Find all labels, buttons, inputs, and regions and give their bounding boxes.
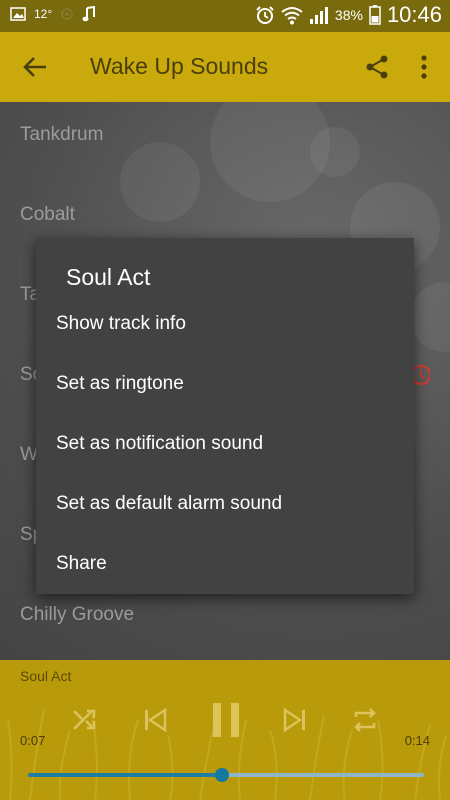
location-icon xyxy=(61,8,73,20)
seek-bar-thumb[interactable] xyxy=(215,768,230,782)
clock: 10:46 xyxy=(386,2,442,27)
battery-percent: 38% xyxy=(334,7,363,23)
total-time: 0:14 xyxy=(404,733,430,748)
wifi-icon xyxy=(281,7,303,25)
set-as-notification-sound-option[interactable]: Set as notification sound xyxy=(56,426,404,462)
now-playing-bar: Soul Act 0:07 0:14 xyxy=(0,660,450,800)
status-bar: 12° 38% 10:46 xyxy=(0,0,450,32)
arrow-back-icon[interactable] xyxy=(22,54,48,80)
share-option[interactable]: Share xyxy=(56,546,404,582)
battery-icon xyxy=(369,5,381,25)
bokeh-decoration xyxy=(120,142,200,222)
skip-next-icon[interactable] xyxy=(280,705,310,735)
track-item[interactable]: Chilly Groove xyxy=(20,600,134,630)
show-track-info-option[interactable]: Show track info xyxy=(56,306,404,342)
track-options-dialog: Soul Act Show track info Set as ringtone… xyxy=(36,238,414,594)
seek-bar-fill xyxy=(28,773,223,777)
more-vert-icon[interactable] xyxy=(418,54,430,80)
bokeh-decoration xyxy=(310,127,360,177)
signal-icon xyxy=(309,7,328,24)
pause-icon[interactable] xyxy=(208,700,244,740)
set-as-default-alarm-sound-option[interactable]: Set as default alarm sound xyxy=(56,486,404,522)
music-note-icon xyxy=(82,6,96,22)
temperature-text: 12° xyxy=(34,7,53,21)
shuffle-icon[interactable] xyxy=(70,705,100,735)
share-icon[interactable] xyxy=(364,54,390,80)
elapsed-time: 0:07 xyxy=(20,733,46,748)
gallery-icon xyxy=(10,7,26,21)
set-as-ringtone-option[interactable]: Set as ringtone xyxy=(56,366,404,402)
dialog-title: Soul Act xyxy=(66,264,151,290)
bokeh-decoration xyxy=(410,282,450,352)
page-title: Wake Up Sounds xyxy=(90,53,269,79)
skip-previous-icon[interactable] xyxy=(140,705,170,735)
repeat-icon[interactable] xyxy=(350,705,380,735)
seek-bar[interactable] xyxy=(28,768,424,782)
now-playing-title: Soul Act xyxy=(20,668,72,684)
app-bar: Wake Up Sounds xyxy=(0,32,450,102)
alarm-icon xyxy=(256,6,274,24)
track-item[interactable]: Tankdrum xyxy=(20,120,103,150)
track-item[interactable]: Cobalt xyxy=(20,200,75,230)
